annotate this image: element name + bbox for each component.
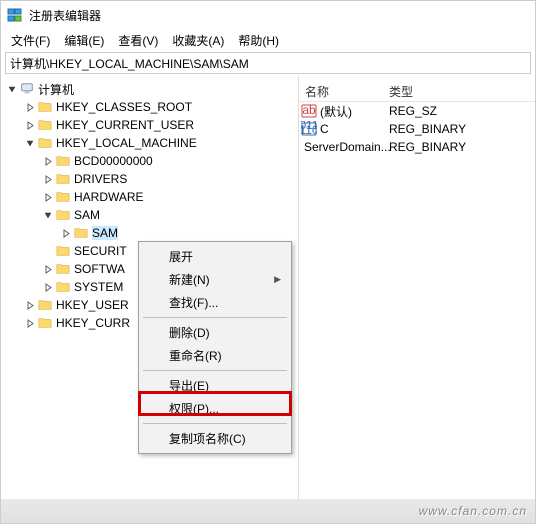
chevron-right-icon[interactable] — [23, 100, 37, 114]
tree-label: HKEY_CURRENT_USER — [56, 118, 194, 132]
chevron-right-icon[interactable] — [41, 280, 55, 294]
folder-icon — [37, 118, 53, 132]
ctx-label: 导出(E) — [169, 377, 209, 394]
chevron-down-icon[interactable] — [5, 82, 19, 96]
tree-hkcr[interactable]: HKEY_CLASSES_ROOT — [1, 98, 298, 116]
list-row[interactable]: ServerDomain... REG_BINARY — [299, 138, 535, 156]
tree-sam-sam[interactable]: SAM — [1, 224, 298, 242]
ctx-label: 重命名(R) — [169, 347, 222, 364]
folder-icon — [37, 298, 53, 312]
tree-sam[interactable]: SAM — [1, 206, 298, 224]
chevron-down-icon[interactable] — [41, 208, 55, 222]
chevron-right-icon[interactable] — [23, 118, 37, 132]
ctx-label: 权限(P)... — [169, 400, 219, 417]
chevron-right-icon[interactable] — [23, 316, 37, 330]
titlebar: 注册表编辑器 — [1, 1, 535, 29]
tree-hardware[interactable]: HARDWARE — [1, 188, 298, 206]
context-menu: 展开 新建(N) ▶ 查找(F)... 删除(D) 重命名(R) 导出(E) 权限… — [138, 241, 292, 454]
ctx-permissions[interactable]: 权限(P)... — [141, 397, 289, 420]
value-name: ServerDomain... — [304, 140, 391, 154]
ctx-export[interactable]: 导出(E) — [141, 374, 289, 397]
reg-binary-icon — [301, 121, 317, 137]
folder-icon — [55, 262, 71, 276]
regedit-app-icon — [7, 7, 23, 23]
folder-icon — [37, 316, 53, 330]
folder-icon — [55, 280, 71, 294]
menu-view[interactable]: 查看(V) — [112, 30, 164, 51]
ctx-delete[interactable]: 删除(D) — [141, 321, 289, 344]
tree-label: HKEY_USER — [56, 298, 129, 312]
menu-edit[interactable]: 编辑(E) — [58, 30, 110, 51]
value-type: REG_SZ — [383, 104, 535, 118]
ctx-new[interactable]: 新建(N) ▶ — [141, 268, 289, 291]
ctx-label: 查找(F)... — [169, 294, 218, 311]
tree-drivers[interactable]: DRIVERS — [1, 170, 298, 188]
address-path: 计算机\HKEY_LOCAL_MACHINE\SAM\SAM — [10, 55, 249, 72]
ctx-rename[interactable]: 重命名(R) — [141, 344, 289, 367]
tree-root[interactable]: 计算机 — [1, 80, 298, 98]
chevron-right-icon[interactable] — [41, 154, 55, 168]
tree-label: SOFTWA — [74, 262, 125, 276]
tree-label: HKEY_LOCAL_MACHINE — [56, 136, 197, 150]
folder-icon — [55, 190, 71, 204]
menu-help[interactable]: 帮助(H) — [232, 30, 285, 51]
value-list-pane[interactable]: 名称 类型 (默认) REG_SZ C REG_BINARY ServerDom… — [299, 76, 535, 520]
list-row[interactable]: (默认) REG_SZ — [299, 102, 535, 120]
watermark-footer: www.cfan.com.cn — [1, 499, 535, 523]
chevron-right-icon[interactable] — [41, 262, 55, 276]
ctx-find[interactable]: 查找(F)... — [141, 291, 289, 314]
ctx-label: 展开 — [169, 248, 193, 265]
chevron-right-icon[interactable] — [41, 172, 55, 186]
tree-label: SAM — [74, 208, 100, 222]
tree-hkcu[interactable]: HKEY_CURRENT_USER — [1, 116, 298, 134]
tree-label: SECURIT — [74, 244, 127, 258]
folder-icon — [73, 226, 89, 240]
chevron-down-icon[interactable] — [23, 136, 37, 150]
tree-label: SYSTEM — [74, 280, 123, 294]
folder-icon — [37, 100, 53, 114]
chevron-right-icon[interactable] — [23, 298, 37, 312]
tree-label: BCD00000000 — [74, 154, 153, 168]
ctx-copy-key-name[interactable]: 复制项名称(C) — [141, 427, 289, 450]
ctx-label: 复制项名称(C) — [169, 430, 246, 447]
col-name[interactable]: 名称 — [299, 80, 383, 101]
ctx-label: 删除(D) — [169, 324, 210, 341]
menubar: 文件(F) 编辑(E) 查看(V) 收藏夹(A) 帮助(H) — [1, 29, 535, 51]
address-bar[interactable]: 计算机\HKEY_LOCAL_MACHINE\SAM\SAM — [5, 52, 531, 74]
computer-icon — [19, 82, 35, 96]
tree-bcd[interactable]: BCD00000000 — [1, 152, 298, 170]
value-type: REG_BINARY — [383, 140, 535, 154]
ctx-separator — [143, 370, 287, 371]
tree-label: SAM — [92, 226, 118, 240]
folder-icon — [55, 244, 71, 258]
value-name: (默认) — [320, 103, 352, 120]
window-title: 注册表编辑器 — [29, 7, 101, 24]
submenu-arrow-icon: ▶ — [274, 274, 281, 285]
chevron-right-icon[interactable] — [59, 226, 73, 240]
tree-hklm[interactable]: HKEY_LOCAL_MACHINE — [1, 134, 298, 152]
ctx-expand[interactable]: 展开 — [141, 245, 289, 268]
list-row[interactable]: C REG_BINARY — [299, 120, 535, 138]
menu-file[interactable]: 文件(F) — [5, 30, 56, 51]
menu-favorites[interactable]: 收藏夹(A) — [166, 30, 230, 51]
ctx-separator — [143, 423, 287, 424]
reg-string-icon — [301, 103, 317, 119]
folder-icon — [55, 208, 71, 222]
value-name: C — [320, 122, 329, 136]
folder-icon — [37, 136, 53, 150]
tree-label: 计算机 — [38, 81, 74, 98]
watermark-text: www.cfan.com.cn — [419, 504, 527, 518]
tree-label: HKEY_CURR — [56, 316, 130, 330]
tree-label: DRIVERS — [74, 172, 127, 186]
chevron-right-icon[interactable] — [41, 190, 55, 204]
value-type: REG_BINARY — [383, 122, 535, 136]
folder-icon — [55, 154, 71, 168]
ctx-label: 新建(N) — [169, 271, 210, 288]
col-type[interactable]: 类型 — [383, 80, 535, 101]
tree-label: HARDWARE — [74, 190, 144, 204]
folder-icon — [55, 172, 71, 186]
list-header: 名称 类型 — [299, 80, 535, 102]
ctx-separator — [143, 317, 287, 318]
tree-label: HKEY_CLASSES_ROOT — [56, 100, 192, 114]
